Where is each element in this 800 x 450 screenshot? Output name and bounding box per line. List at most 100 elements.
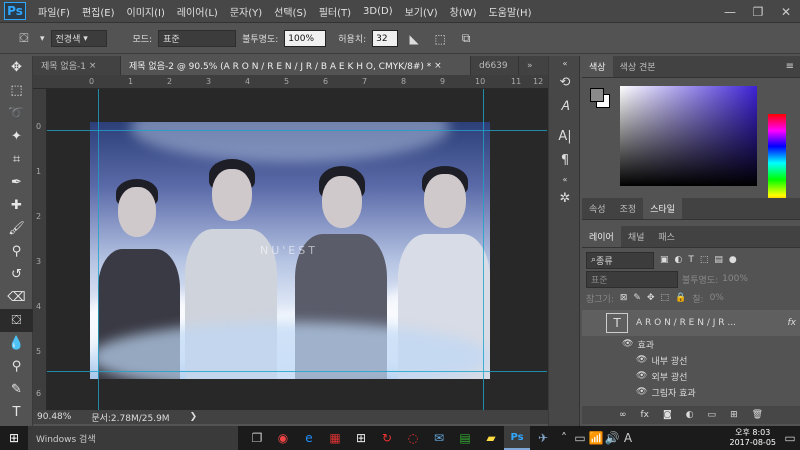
eye-icon[interactable]: 👁 <box>622 339 633 349</box>
all-layers-icon[interactable]: ⧉ <box>456 29 476 49</box>
guide-horizontal[interactable] <box>47 130 547 131</box>
photoshop-taskbar-icon[interactable]: Ps <box>504 426 530 450</box>
menu-window[interactable]: 창(W) <box>444 4 483 19</box>
close-icon[interactable]: ✕ <box>772 0 800 23</box>
tab-styles[interactable]: 스타일 <box>643 197 682 219</box>
layer-row-text[interactable]: T A R O N / R E N / J R ... fx <box>582 310 800 336</box>
mode-select[interactable]: 표준 <box>158 30 237 47</box>
effect-row[interactable]: 👁 외부 광선 <box>582 368 800 384</box>
taskbar-clock[interactable]: 오후 8:03 2017-08-05 <box>730 428 777 448</box>
app-icon[interactable]: ✉ <box>426 426 452 450</box>
lock-transparency-icon[interactable]: ⊠ <box>620 293 628 303</box>
eraser-tool-icon[interactable]: ⌫ <box>0 286 33 309</box>
chevron-up-icon[interactable]: ˄ <box>556 426 572 450</box>
eye-icon[interactable]: 👁 <box>636 355 647 365</box>
tolerance-input[interactable]: 32 <box>372 30 399 47</box>
adjustments-icon[interactable]: ✲ <box>549 186 581 210</box>
lock-paint-icon[interactable]: ✎ <box>633 293 641 303</box>
minimize-icon[interactable]: — <box>716 0 744 23</box>
filter-pixel-icon[interactable]: ▣ <box>660 255 669 265</box>
menu-layer[interactable]: 레이어(L) <box>171 4 224 19</box>
color-field[interactable] <box>620 86 757 186</box>
maximize-icon[interactable]: ❐ <box>744 0 772 23</box>
app-icon[interactable]: ◌ <box>400 426 426 450</box>
filter-smart-icon[interactable]: ▤ <box>714 255 723 265</box>
filter-shape-icon[interactable]: ⬚ <box>700 255 709 265</box>
app-icon[interactable]: ✈ <box>530 426 556 450</box>
layer-name[interactable]: A R O N / R E N / J R ... <box>636 318 736 328</box>
character-style-icon[interactable]: A| <box>549 124 581 148</box>
history-brush-icon[interactable]: ↺ <box>0 263 33 286</box>
notifications-icon[interactable]: ▭ <box>780 426 800 450</box>
menu-file[interactable]: 파일(F) <box>32 4 76 19</box>
tab-document-3[interactable]: d6639 <box>471 56 519 75</box>
fx-badge[interactable]: fx <box>788 318 800 328</box>
menu-filter[interactable]: 필터(T) <box>313 4 357 19</box>
crop-tool-icon[interactable]: ⌗ <box>0 148 33 171</box>
fx-icon[interactable]: fx <box>640 410 649 420</box>
tabs-overflow-icon[interactable]: » <box>519 56 547 75</box>
menu-help[interactable]: 도움말(H) <box>483 4 538 19</box>
menu-select[interactable]: 선택(S) <box>268 4 313 19</box>
pen-tool-icon[interactable]: ✎ <box>0 378 33 401</box>
link-icon[interactable]: ∞ <box>619 410 627 420</box>
guide-vertical[interactable] <box>483 89 484 410</box>
marquee-tool-icon[interactable]: ⬚ <box>0 79 33 102</box>
clone-stamp-icon[interactable]: ⚲ <box>0 240 33 263</box>
adjustment-layer-icon[interactable]: ◐ <box>686 410 694 420</box>
document-image[interactable]: NU'EST <box>90 122 490 379</box>
filter-type-icon[interactable]: T <box>688 255 694 265</box>
menu-3d[interactable]: 3D(D) <box>357 6 399 17</box>
menu-view[interactable]: 보기(V) <box>399 4 444 19</box>
guide-horizontal[interactable] <box>47 371 547 372</box>
layer-filter-select[interactable]: ⌕ 종류 <box>586 251 654 269</box>
dodge-tool-icon[interactable]: ⚲ <box>0 355 33 378</box>
collapse-icon[interactable]: « <box>549 56 581 70</box>
tab-channels[interactable]: 채널 <box>621 225 652 247</box>
lock-artboard-icon[interactable]: ⬚ <box>661 293 670 303</box>
move-tool-icon[interactable]: ✥ <box>0 56 33 79</box>
history-panel-icon[interactable]: ⟲ <box>549 70 581 94</box>
mask-icon[interactable]: ◙ <box>663 410 672 420</box>
effect-row[interactable]: 👁 내부 광선 <box>582 352 800 368</box>
guide-vertical[interactable] <box>98 89 99 410</box>
blur-tool-icon[interactable]: 💧 <box>0 332 33 355</box>
character-panel-icon[interactable]: 𝐴 <box>549 94 581 118</box>
language-indicator[interactable]: A <box>620 426 636 450</box>
layer-opacity-value[interactable]: 100% <box>722 274 748 284</box>
taskbar-search[interactable]: Windows 검색 <box>28 426 238 450</box>
lasso-tool-icon[interactable]: ➰ <box>0 102 33 125</box>
zoom-level[interactable]: 90.48% <box>37 412 71 422</box>
contiguous-icon[interactable]: ⬚ <box>430 29 450 49</box>
excel-icon[interactable]: ▤ <box>452 426 478 450</box>
tab-properties[interactable]: 속성 <box>582 197 613 219</box>
app-icon[interactable]: ▦ <box>322 426 348 450</box>
menu-type[interactable]: 문자(Y) <box>224 4 268 19</box>
status-arrow-icon[interactable]: ❯ <box>190 412 198 422</box>
edge-icon[interactable]: e <box>296 426 322 450</box>
anti-alias-icon[interactable]: ◣ <box>404 29 424 49</box>
brush-tool-icon[interactable]: 🖌 <box>0 217 33 240</box>
tab-swatches[interactable]: 색상 견본 <box>613 55 663 77</box>
paint-bucket-tool-icon[interactable]: ⛋ <box>0 309 33 332</box>
eyedropper-tool-icon[interactable]: ✒ <box>0 171 33 194</box>
task-view-icon[interactable]: ❐ <box>244 426 270 450</box>
lock-position-icon[interactable]: ✥ <box>647 293 655 303</box>
fill-value[interactable]: 0% <box>710 293 724 303</box>
sticky-notes-icon[interactable]: ▰ <box>478 426 504 450</box>
magic-wand-tool-icon[interactable]: ✦ <box>0 125 33 148</box>
effects-row[interactable]: 👁 효과 <box>582 336 800 352</box>
foreground-swatch[interactable] <box>590 88 604 102</box>
tab-document-2[interactable]: 제목 없음-2 @ 90.5% (A R O N / R E N / J R /… <box>121 56 471 75</box>
app-icon[interactable]: ↻ <box>374 426 400 450</box>
battery-icon[interactable]: ▭ <box>572 426 588 450</box>
chrome-icon[interactable]: ◉ <box>270 426 296 450</box>
windows-start-icon[interactable]: ⊞ <box>0 426 28 450</box>
eye-icon[interactable]: 👁 <box>636 371 647 381</box>
paint-bucket-icon[interactable]: ⛋ <box>14 29 34 49</box>
menu-image[interactable]: 이미지(I) <box>121 4 171 19</box>
eye-icon[interactable]: 👁 <box>636 387 647 397</box>
collapse-icon[interactable]: « <box>549 172 581 186</box>
tab-document-1[interactable]: 제목 없음-1 × <box>33 56 121 75</box>
lock-all-icon[interactable]: 🔒 <box>675 293 686 303</box>
